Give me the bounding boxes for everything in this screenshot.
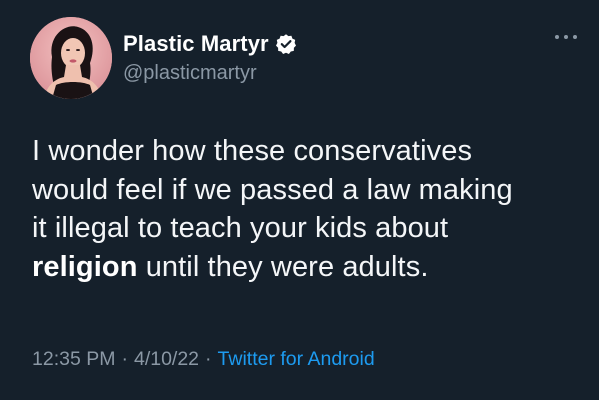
avatar[interactable]: [30, 17, 112, 99]
tweet-card: Plastic Martyr @plasticmartyr I wonder h…: [0, 0, 599, 400]
tweet-date[interactable]: 4/10/22: [134, 348, 199, 370]
dot-icon: [564, 35, 568, 39]
handle[interactable]: @plasticmartyr: [123, 60, 297, 86]
tweet-line-2: would feel if we passed a law making: [32, 171, 582, 210]
meta-separator: ·: [121, 348, 128, 370]
tweet-line-4: religion until they were adults.: [32, 248, 582, 287]
tweet-line-text: it illegal to teach your kids about: [32, 212, 449, 244]
source-link[interactable]: Twitter for Android: [218, 348, 375, 370]
meta-separator: ·: [205, 348, 212, 370]
bold-word: religion: [32, 250, 138, 283]
avatar-image: [30, 17, 112, 99]
tweet-line-3: it illegal to teach your kids about: [32, 209, 582, 248]
tweet-time[interactable]: 12:35 PM: [32, 348, 115, 370]
verified-badge-icon: [275, 33, 297, 55]
dot-icon: [555, 35, 559, 39]
tweet-meta: 12:35 PM · 4/10/22 · Twitter for Android: [32, 346, 375, 372]
tweet-line-1: I wonder how these conservatives: [32, 132, 582, 171]
author-block: Plastic Martyr @plasticmartyr: [123, 30, 297, 86]
display-name[interactable]: Plastic Martyr: [123, 30, 269, 58]
tweet-line-text: I wonder how these conservatives: [32, 135, 473, 167]
ellipsis-horizontal-icon[interactable]: [555, 30, 577, 44]
tweet-line-text: would feel if we passed a law making: [32, 173, 513, 206]
name-row: Plastic Martyr: [123, 30, 297, 58]
tweet-line-text: until they were adults.: [137, 250, 429, 283]
tweet-text: I wonder how these conservatives would f…: [32, 132, 582, 286]
dot-icon: [573, 35, 577, 39]
